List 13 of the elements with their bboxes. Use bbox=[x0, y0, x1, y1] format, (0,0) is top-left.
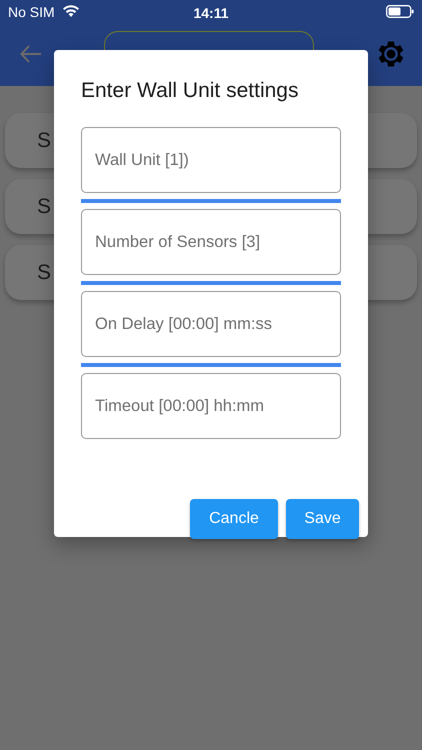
wifi-icon bbox=[62, 5, 79, 17]
cancel-button[interactable]: Cancle bbox=[190, 499, 278, 540]
settings-icon[interactable] bbox=[376, 39, 406, 69]
input-field[interactable]: Number of Sensors [3] bbox=[81, 209, 341, 276]
back-arrow-icon[interactable] bbox=[20, 45, 42, 63]
carrier-text: No SIM bbox=[8, 2, 55, 22]
dialog-title: Enter Wall Unit settings bbox=[81, 78, 300, 104]
save-button[interactable]: Save bbox=[286, 499, 359, 540]
battery-icon bbox=[386, 4, 414, 18]
input-field[interactable]: On Delay [00:00] mm:ss bbox=[81, 291, 341, 358]
input-field[interactable]: Timeout [00:00] hh:mm bbox=[81, 373, 341, 440]
clock-text: 14:11 bbox=[193, 4, 229, 23]
input-field[interactable]: Wall Unit [1]) bbox=[81, 127, 341, 194]
